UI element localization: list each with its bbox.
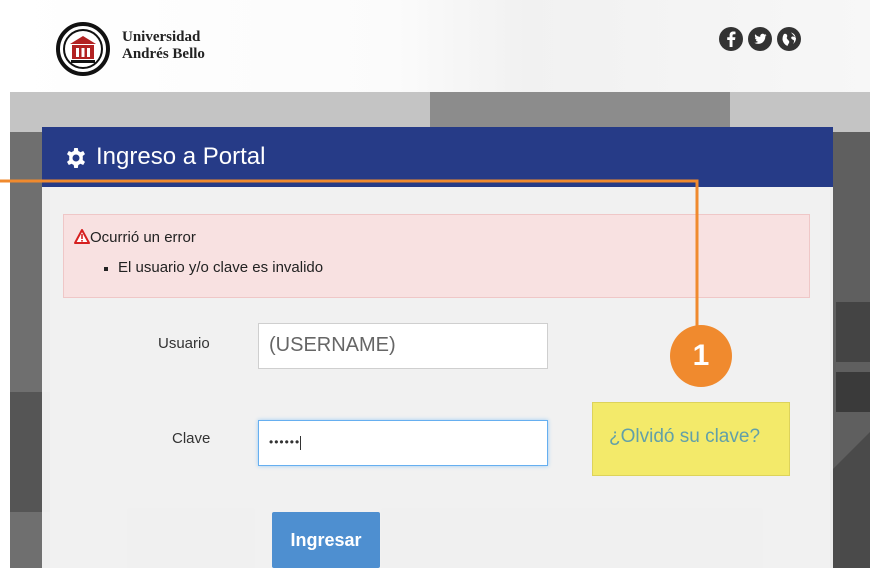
callout-badge: 1	[670, 325, 732, 387]
username-label: Usuario	[158, 335, 210, 352]
twitter-icon[interactable]	[747, 26, 773, 52]
panel-title: Ingreso a Portal	[96, 143, 266, 170]
facebook-icon[interactable]	[718, 26, 744, 52]
university-logo[interactable]	[56, 22, 110, 76]
social-links	[718, 26, 802, 52]
globe-icon[interactable]	[776, 26, 802, 52]
site-header: Universidad Andrés Bello	[10, 0, 870, 92]
text-caret	[300, 435, 302, 450]
username-input[interactable]: (USERNAME)	[258, 323, 548, 369]
password-value: ••••••	[269, 435, 301, 449]
error-alert: Ocurrió un error El usuario y/o clave es…	[63, 214, 810, 298]
university-name-line1: Universidad	[122, 29, 201, 45]
password-label: Clave	[172, 430, 211, 447]
login-button[interactable]: Ingresar	[272, 512, 380, 568]
university-name-line2: Andrés Bello	[122, 46, 205, 62]
error-message: El usuario y/o clave es invalido	[118, 259, 324, 276]
gear-icon	[67, 148, 85, 168]
bullet-icon	[104, 267, 108, 271]
error-title: Ocurrió un error	[90, 229, 196, 246]
forgot-password-link[interactable]: ¿Olvidó su clave?	[609, 426, 760, 448]
login-panel-header: Ingreso a Portal	[42, 127, 833, 187]
password-input[interactable]: ••••••	[258, 420, 548, 466]
warning-icon	[74, 229, 90, 244]
university-name: Universidad Andrés Bello	[122, 29, 205, 63]
